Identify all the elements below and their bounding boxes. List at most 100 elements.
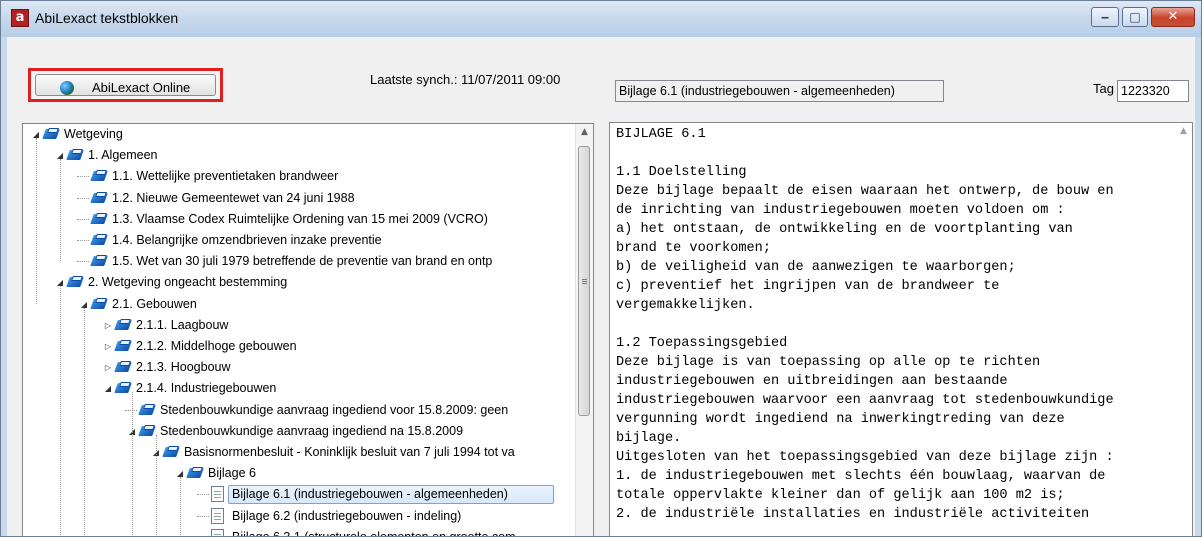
title-bar[interactable]: a AbiLexact tekstblokken ‒ □ ✕ [1,1,1201,37]
tree-guide-line [132,392,133,536]
maximize-button[interactable]: □ [1122,7,1148,27]
abilexact-online-button[interactable]: AbiLexact Online [35,74,216,96]
tree-item[interactable]: 1.4. Belangrijke omzendbrieven inzake pr… [23,230,576,251]
globe-icon [60,81,74,95]
book-icon [90,234,109,246]
book-icon [66,276,85,288]
tree-item-label: 2.1.1. Laagbouw [136,317,229,332]
tree-item[interactable]: ◢ Bijlage 6 [23,463,576,484]
tree-item[interactable]: Stedenbouwkundige aanvraag ingediend voo… [23,400,576,421]
tree-item[interactable]: Bijlage 6.3.1 (structurele elementen en … [23,527,576,537]
tree-item[interactable]: ◢ Wetgeving [23,124,576,145]
book-icon [162,446,181,458]
tree-item[interactable]: ▷ 2.1.2. Middelhoge gebouwen [23,336,576,357]
tree-item[interactable]: 1.5. Wet van 30 juli 1979 betreffende de… [23,251,576,272]
minimize-icon: ‒ [1100,10,1110,24]
book-icon [90,255,109,267]
tree-connector [77,197,89,199]
tree-item-label: Bijlage 6 [208,466,256,481]
document-text-area[interactable]: BIJLAGE 6.1 1.1 Doelstelling Deze bijlag… [609,122,1193,536]
tree-scrollbar[interactable]: ▲ [575,124,593,536]
tree-connector [197,494,209,496]
tree-item-label: Bijlage 6.2 (industriegebouwen - indelin… [232,508,462,523]
tree-item[interactable]: 1.2. Nieuwe Gemeentewet van 24 juni 1988 [23,188,576,209]
tree-item-label: 1.2. Nieuwe Gemeentewet van 24 juni 1988 [112,190,355,205]
collapse-icon[interactable]: ◢ [103,378,113,399]
minimize-button[interactable]: ‒ [1091,7,1119,27]
grip-icon [582,279,587,280]
book-icon [42,128,61,140]
online-button-highlight: AbiLexact Online [28,68,223,102]
document-tree[interactable]: ◢ Wetgeving ◢ 1. Algemeen 1.1. Wettelijke pr… [22,123,594,537]
document-icon [211,486,224,503]
window-title: AbiLexact tekstblokken [35,10,179,26]
detail-pane: Bijlage 6.1 (industriegebouwen - algemee… [605,37,1195,536]
tree-item[interactable]: ◢ Basisnormenbesluit - Koninklijk besluit… [23,442,576,463]
tree-item[interactable]: Bijlage 6.1 (industriegebouwen - algemee… [23,484,576,505]
tree-connector [77,261,89,263]
app-icon: a [11,9,29,27]
document-icon [211,507,224,524]
tree-item-label: 1.5. Wet van 30 juli 1979 betreffende de… [112,254,493,269]
expand-icon[interactable]: ▷ [103,336,113,357]
book-icon [186,467,205,479]
tree-item-label: 1.4. Belangrijke omzendbrieven inzake pr… [112,233,382,247]
tree-item-label: 1.1. Wettelijke preventietaken brandweer [112,169,339,184]
app-window: a AbiLexact tekstblokken ‒ □ ✕ AbiLexact… [0,0,1202,537]
maximize-icon: □ [1129,10,1141,24]
tag-input[interactable]: 1223320 [1117,80,1189,102]
online-button-label: AbiLexact Online [92,80,191,95]
document-text: BIJLAGE 6.1 1.1 Doelstelling Deze bijlag… [616,127,1114,522]
tree-item[interactable]: 1.1. Wettelijke preventietaken brandweer [23,166,576,187]
book-icon [138,424,157,437]
tree-guide-line [156,434,157,536]
book-icon [66,149,85,161]
book-icon [114,318,133,331]
book-icon [90,212,109,225]
tree-item-label: 1.3. Vlaamse Codex Ruimtelijke Ordening … [112,211,488,226]
tree-item[interactable]: ◢ 2.1.4. Industriegebouwen [23,378,576,399]
close-button[interactable]: ✕ [1151,7,1195,27]
tree-item[interactable]: 1.3. Vlaamse Codex Ruimtelijke Ordening … [23,209,576,230]
tree-connector [77,176,89,178]
tree-item-label: 2.1. Gebouwen [112,296,197,311]
book-icon [90,297,109,310]
book-icon [114,361,133,373]
tree-item[interactable]: ◢ 2.1. Gebouwen [23,294,576,315]
book-icon [138,403,157,416]
tree-item-label: 2.1.4. Industriegebouwen [136,381,277,396]
tree-item-label: 1. Algemeen [88,148,158,163]
tree-item-label: Stedenbouwkundige aanvraag ingediend voo… [160,402,509,417]
tree-item-label: Basisnormenbesluit - Koninklijk besluit … [184,445,515,459]
tree-item[interactable]: ◢ 1. Algemeen [23,145,576,166]
text-scrollbar[interactable]: ▲ [1175,123,1192,536]
tree-guide-line [60,159,61,262]
scroll-up-icon[interactable]: ▲ [1175,123,1192,140]
scroll-up-icon[interactable]: ▲ [576,124,593,141]
tree-item-label: Bijlage 6.3.1 (structurele elementen en … [232,529,516,537]
tree-connector [125,409,137,411]
scroll-thumb[interactable] [578,146,590,416]
tree-guide-line [180,477,181,536]
tree-item[interactable]: ◢ Stedenbouwkundige aanvraag ingediend na… [23,421,576,442]
left-toolbar: AbiLexact Online Laatste synch.: 11/07/2… [7,37,599,115]
tree-item[interactable]: Bijlage 6.2 (industriegebouwen - indelin… [23,506,576,527]
expand-icon[interactable]: ▷ [103,315,113,336]
close-icon: ✕ [1167,9,1179,24]
tag-label: Tag [1093,81,1114,96]
tree-guide-line [36,138,37,304]
document-icon [211,528,224,536]
book-icon [90,170,109,182]
tree-item[interactable]: ◢ 2. Wetgeving ongeacht bestemming [23,272,576,293]
tree-connector [77,218,89,220]
tree-item-label: Wetgeving [64,127,123,141]
tree-item-label: Stedenbouwkundige aanvraag ingediend na … [160,423,464,438]
tree-item[interactable]: ▷ 2.1.1. Laagbouw [23,315,576,336]
tree-item-label: 2.1.2. Middelhoge gebouwen [136,339,297,353]
main-area: AbiLexact Online Laatste synch.: 11/07/2… [7,37,1195,537]
tree-connector [197,515,209,517]
tree-item-label: 2. Wetgeving ongeacht bestemming [88,275,288,290]
expand-icon[interactable]: ▷ [103,357,113,378]
tree-item-label: 2.1.3. Hoogbouw [136,360,231,375]
tree-item[interactable]: ▷ 2.1.3. Hoogbouw [23,357,576,378]
